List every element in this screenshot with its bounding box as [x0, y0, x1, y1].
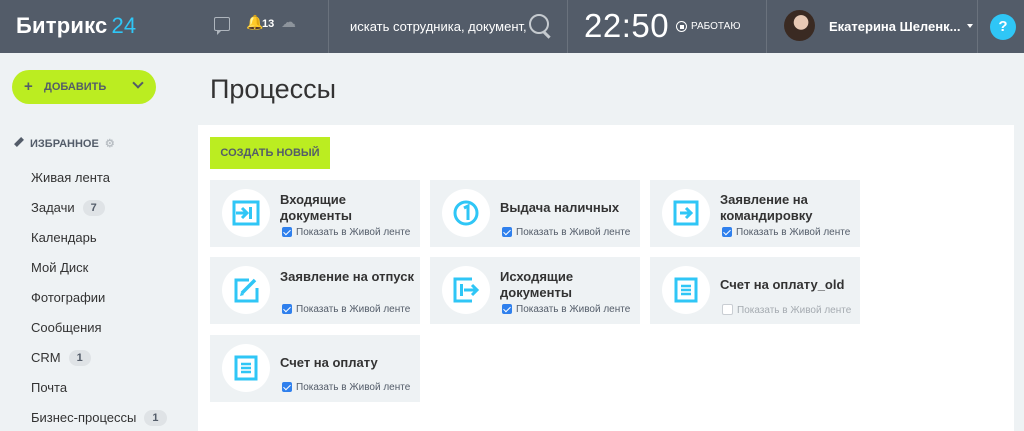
- notifications-count[interactable]: 13: [262, 18, 274, 30]
- sidebar-item-mail[interactable]: Почта: [31, 380, 67, 395]
- process-card[interactable]: Выдача наличных Показать в Живой ленте: [430, 180, 640, 247]
- card-title[interactable]: Заявление на командировку: [720, 192, 855, 224]
- invoice-icon: [222, 344, 270, 392]
- vacation-icon: [222, 266, 270, 314]
- card-title[interactable]: Заявление на отпуск: [280, 269, 415, 285]
- checkbox[interactable]: [282, 304, 292, 314]
- divider: [567, 0, 568, 53]
- card-title[interactable]: Счет на оплату_old: [720, 277, 855, 293]
- cash-icon: [442, 189, 490, 237]
- sidebar-item-my-disk[interactable]: Мой Диск: [31, 260, 88, 275]
- sidebar-item-messages[interactable]: Сообщения: [31, 320, 102, 335]
- favorites-header[interactable]: ИЗБРАННОЕ ⚙: [14, 137, 115, 150]
- add-button-label: ДОБАВИТЬ: [44, 81, 107, 93]
- invoice-icon: [662, 266, 710, 314]
- business-trip-icon: [662, 189, 710, 237]
- stop-icon[interactable]: [676, 21, 687, 32]
- sidebar-item-live-feed[interactable]: Живая лента: [31, 170, 110, 185]
- add-button[interactable]: + ДОБАВИТЬ: [12, 70, 156, 104]
- count-badge: 7: [82, 200, 105, 216]
- avatar[interactable]: [784, 10, 815, 41]
- card-title[interactable]: Выдача наличных: [500, 200, 635, 216]
- process-card[interactable]: Исходящие документы Показать в Живой лен…: [430, 257, 640, 324]
- outgoing-doc-icon: [442, 266, 490, 314]
- chevron-down-icon[interactable]: [132, 77, 144, 89]
- clock[interactable]: 22:50: [584, 7, 669, 45]
- incoming-doc-icon: [222, 189, 270, 237]
- count-badge: 1: [68, 350, 91, 366]
- gear-icon[interactable]: ⚙: [105, 137, 115, 150]
- sidebar-item-photos[interactable]: Фотографии: [31, 290, 105, 305]
- process-card[interactable]: Счет на оплату Показать в Живой ленте: [210, 335, 420, 402]
- checkbox[interactable]: [502, 304, 512, 314]
- checkbox[interactable]: [502, 227, 512, 237]
- process-card[interactable]: Входящие документы Показать в Живой лент…: [210, 180, 420, 247]
- chevron-down-icon[interactable]: [967, 24, 973, 28]
- cloud-icon[interactable]: ☁: [281, 13, 296, 31]
- pin-icon: [12, 135, 26, 149]
- divider: [766, 0, 767, 53]
- show-in-feed-checkbox[interactable]: Показать в Живой ленте: [722, 304, 851, 316]
- search-icon[interactable]: [529, 14, 549, 34]
- show-in-feed-checkbox[interactable]: Показать в Живой ленте: [722, 227, 850, 238]
- work-status[interactable]: РАБОТАЮ: [691, 21, 740, 32]
- process-card[interactable]: Заявление на командировку Показать в Жив…: [650, 180, 860, 247]
- search-input[interactable]: искать сотрудника, документ,: [350, 19, 527, 34]
- page-title: Процессы: [210, 74, 337, 104]
- card-title[interactable]: Входящие документы: [280, 192, 415, 224]
- chat-icon[interactable]: [214, 17, 230, 35]
- process-card[interactable]: Счет на оплату_old Показать в Живой лент…: [650, 257, 860, 324]
- sidebar-item-calendar[interactable]: Календарь: [31, 230, 97, 245]
- show-in-feed-checkbox[interactable]: Показать в Живой ленте: [282, 304, 410, 315]
- sidebar-item-tasks[interactable]: Задачи 7: [31, 200, 105, 216]
- user-name[interactable]: Екатерина Шеленк...: [829, 19, 960, 34]
- checkbox[interactable]: [722, 227, 732, 237]
- checkbox[interactable]: [282, 382, 292, 392]
- divider: [977, 0, 978, 53]
- count-badge: 1: [144, 410, 167, 426]
- show-in-feed-checkbox[interactable]: Показать в Живой ленте: [502, 227, 630, 238]
- card-title[interactable]: Исходящие документы: [500, 269, 635, 301]
- card-title[interactable]: Счет на оплату: [280, 355, 415, 371]
- sidebar-item-crm[interactable]: CRM 1: [31, 350, 91, 366]
- show-in-feed-checkbox[interactable]: Показать в Живой ленте: [282, 382, 410, 393]
- show-in-feed-checkbox[interactable]: Показать в Живой ленте: [502, 304, 630, 315]
- plus-icon: +: [24, 78, 33, 95]
- bell-icon[interactable]: 🔔: [246, 14, 263, 31]
- checkbox[interactable]: [282, 227, 292, 237]
- divider: [328, 0, 329, 53]
- sidebar-item-business-processes[interactable]: Бизнес-процессы 1: [31, 410, 167, 426]
- process-card[interactable]: Заявление на отпуск Показать в Живой лен…: [210, 257, 420, 324]
- help-button[interactable]: ?: [990, 14, 1016, 40]
- create-new-button[interactable]: СОЗДАТЬ НОВЫЙ: [210, 137, 330, 169]
- logo[interactable]: Битрикс 24: [16, 13, 136, 39]
- top-bar: Битрикс 24 🔔 13 ☁ искать сотрудника, доку…: [0, 0, 1024, 53]
- favorites-label: ИЗБРАННОЕ: [30, 138, 99, 150]
- show-in-feed-checkbox[interactable]: Показать в Живой ленте: [282, 227, 410, 238]
- checkbox[interactable]: [722, 304, 733, 315]
